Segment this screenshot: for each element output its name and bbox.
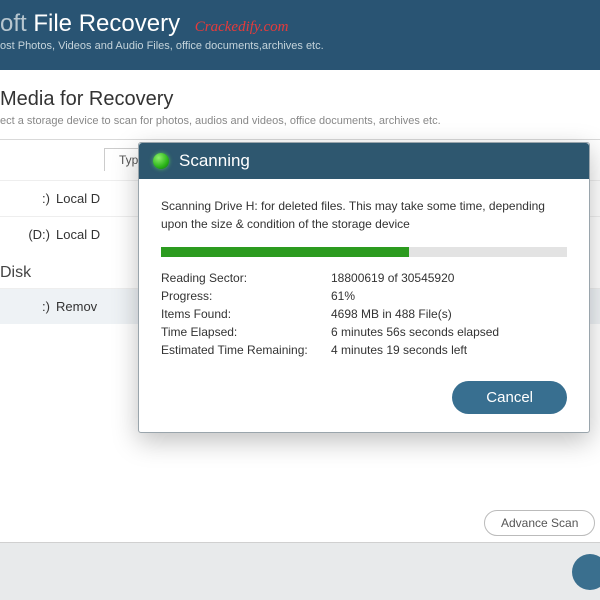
stat-row-remaining: Estimated Time Remaining: 4 minutes 19 s… (161, 341, 567, 359)
progress-bar-fill (161, 247, 409, 257)
stat-key: Estimated Time Remaining: (161, 343, 331, 357)
scan-stats: Reading Sector: 18800619 of 30545920 Pro… (161, 269, 567, 359)
watermark-text: Crackedify.com (195, 19, 289, 35)
stat-key: Progress: (161, 289, 331, 303)
stat-key: Time Elapsed: (161, 325, 331, 339)
footer-strip (0, 542, 600, 600)
stat-value: 61% (331, 289, 355, 303)
drive-label: :) (0, 299, 50, 314)
next-button[interactable] (572, 554, 600, 590)
advance-scan-button[interactable]: Advance Scan (484, 510, 595, 536)
stat-value: 18800619 of 30545920 (331, 271, 454, 285)
dialog-title-bar: Scanning (139, 143, 589, 179)
page-subtitle: ect a storage device to scan for photos,… (0, 115, 600, 127)
drive-label: (D:) (0, 227, 50, 242)
dialog-message: Scanning Drive H: for deleted files. Thi… (161, 197, 567, 233)
app-tagline: ost Photos, Videos and Audio Files, offi… (0, 40, 600, 52)
drive-label: :) (0, 191, 50, 206)
drive-type: Remov (50, 299, 110, 314)
dialog-title: Scanning (179, 151, 250, 171)
brand-suffix: oft (0, 10, 27, 37)
stat-value: 4698 MB in 488 File(s) (331, 307, 452, 321)
progress-bar (161, 247, 567, 257)
page-title: Media for Recovery (0, 88, 600, 111)
stat-key: Reading Sector: (161, 271, 331, 285)
status-indicator-icon (153, 153, 169, 169)
stat-row-sector: Reading Sector: 18800619 of 30545920 (161, 269, 567, 287)
stat-key: Items Found: (161, 307, 331, 321)
stat-row-items: Items Found: 4698 MB in 488 File(s) (161, 305, 567, 323)
drive-type: Local D (50, 227, 110, 242)
stat-row-elapsed: Time Elapsed: 6 minutes 56s seconds elap… (161, 323, 567, 341)
app-title: File Recovery (33, 10, 180, 37)
stat-value: 6 minutes 56s seconds elapsed (331, 325, 499, 339)
cancel-button[interactable]: Cancel (452, 381, 567, 414)
stat-row-progress: Progress: 61% (161, 287, 567, 305)
drive-type: Local D (50, 191, 110, 206)
stat-value: 4 minutes 19 seconds left (331, 343, 467, 357)
app-header: oft File Recovery Crackedify.com ost Pho… (0, 0, 600, 70)
scanning-dialog: Scanning Scanning Drive H: for deleted f… (138, 142, 590, 433)
section-header: Media for Recovery ect a storage device … (0, 70, 600, 140)
